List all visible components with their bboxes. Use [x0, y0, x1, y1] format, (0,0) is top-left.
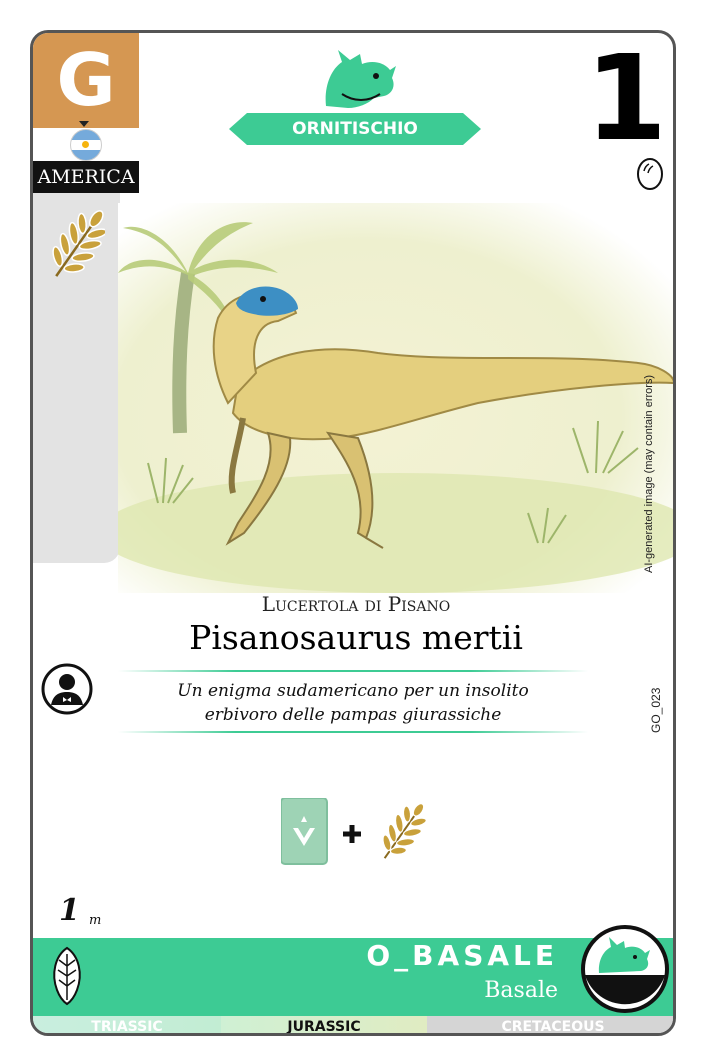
argentina-flag-icon [70, 129, 102, 161]
group-name: Basale [484, 978, 558, 1003]
period-triassic: TRIASSIC [33, 1016, 221, 1033]
group-code: O_BASALE [366, 939, 558, 972]
play-combo [281, 798, 427, 865]
period-cretaceous: CRETACEOUS [427, 1016, 673, 1033]
leaf-icon [52, 210, 105, 277]
length-unit: m [89, 913, 102, 928]
dinosaur-card: G AMERICA ORNITISCHIO 1 AI-generated ima… [30, 30, 676, 1036]
description-line-2: erbivoro delle pampas giurassiche [204, 705, 502, 725]
group-emblem-icon [581, 925, 669, 1013]
card-number: 1 [584, 30, 668, 167]
triceratops-head-icon [325, 50, 396, 108]
description-line-1: Un enigma sudamericano per un insolito [177, 681, 529, 701]
clade-label: ORNITISCHIO [292, 119, 418, 139]
series-badge: G [33, 33, 139, 128]
flag-pointer-icon [79, 121, 89, 127]
ai-disclaimer: AI-generated image (may contain errors) [643, 374, 655, 573]
common-name: Lucertola di Pisano [261, 592, 451, 616]
top-rule [118, 670, 588, 672]
region-label: AMERICA [33, 161, 139, 193]
description: Un enigma sudamericano per un insolito e… [118, 679, 588, 727]
bottom-rule [118, 731, 588, 733]
card-code: GO_023 [649, 687, 663, 733]
leaf-outline-icon [53, 946, 81, 1006]
series-letter: G [56, 38, 116, 122]
dinosaur-illustration [118, 203, 673, 593]
person-silhouette-icon [41, 663, 93, 715]
egg-icon [637, 158, 663, 190]
period-bar: TRIASSIC JURASSIC CRETACEOUS [33, 1016, 673, 1033]
length-value: 1 [59, 893, 80, 928]
scientific-name: Pisanosaurus mertii [189, 618, 523, 657]
period-jurassic: JURASSIC [221, 1016, 427, 1033]
